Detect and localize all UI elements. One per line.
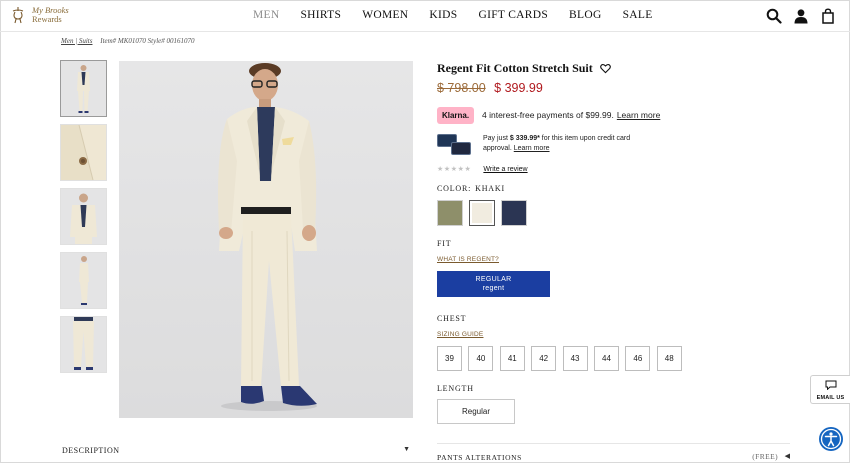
chest-sizes: 39 40 41 42 43 44 46 48	[437, 346, 793, 371]
title-row: Regent Fit Cotton Stretch Suit	[437, 60, 793, 76]
fit-option-regular-regent[interactable]: REGULAR regent	[437, 271, 550, 297]
thumbnail-side-view[interactable]	[60, 252, 107, 309]
swatch-olive[interactable]	[437, 200, 463, 226]
fit-option-line1: REGULAR	[475, 276, 512, 283]
credit-amount: $ 339.99*	[509, 135, 540, 142]
length-label: LENGTH	[437, 384, 474, 393]
original-price: $ 798.00	[437, 81, 486, 95]
credit-offer-text: Pay just $ 339.99* for this item upon cr…	[483, 134, 653, 156]
heart-icon[interactable]	[599, 63, 611, 74]
nav-women[interactable]: WOMEN	[362, 9, 408, 21]
rating-stars: ★★★★★	[437, 166, 472, 173]
main-product-image[interactable]	[119, 61, 413, 418]
credit-text-pre: Pay just	[483, 135, 510, 142]
description-label: DESCRIPTION	[62, 446, 120, 455]
length-selector: LENGTH Regular	[437, 384, 793, 424]
nav-gift-cards[interactable]: GIFT CARDS	[478, 9, 548, 21]
thumbnail-jacket-front[interactable]	[60, 188, 107, 245]
nav-kids[interactable]: KIDS	[429, 9, 457, 21]
chest-selector: CHEST SIZING GUIDE 39 40 41 42 43 44 46 …	[437, 314, 793, 371]
pants-alterations-accordion[interactable]: PANTS ALTERATIONS (FREE) ◀	[437, 443, 790, 463]
size-option[interactable]: 42	[531, 346, 557, 371]
credit-card-icon	[437, 134, 472, 156]
pants-thumbnail-image	[61, 317, 106, 372]
color-label: COLOR: KHAKI	[437, 184, 793, 193]
accessibility-button[interactable]	[819, 427, 843, 451]
nav-blog[interactable]: BLOG	[569, 9, 602, 21]
swatch-navy[interactable]	[501, 200, 527, 226]
size-option[interactable]: 43	[562, 346, 588, 371]
logo-line-2: Rewards	[32, 14, 62, 24]
sizing-guide-link[interactable]: SIZING GUIDE	[437, 331, 483, 338]
color-label-text: COLOR:	[437, 184, 472, 193]
breadcrumb-link[interactable]: Men | Suits	[61, 37, 92, 45]
nav-men[interactable]: MEN	[253, 9, 279, 21]
accessibility-icon	[820, 428, 842, 450]
product-details: Regent Fit Cotton Stretch Suit $ 798.00 …	[437, 60, 793, 424]
email-us-label: EMAIL US	[816, 395, 845, 401]
chest-label: CHEST	[437, 314, 467, 323]
size-option[interactable]: 44	[593, 346, 619, 371]
size-option[interactable]: 39	[437, 346, 462, 371]
write-review-link[interactable]: Write a review	[483, 166, 527, 173]
size-option[interactable]: 48	[656, 346, 682, 371]
swatch-navy-fill	[502, 201, 526, 225]
selected-color-value: KHAKI	[475, 184, 505, 193]
main-nav: MEN SHIRTS WOMEN KIDS GIFT CARDS BLOG SA…	[253, 9, 674, 21]
header-icons	[755, 8, 836, 24]
golden-fleece-icon	[12, 7, 24, 24]
swatch-olive-fill	[438, 201, 462, 225]
fit-label: FIT	[437, 239, 452, 248]
shopping-bag-icon[interactable]	[820, 8, 836, 24]
what-is-regent-link[interactable]: WHAT IS REGENT?	[437, 256, 499, 263]
thumbnail-strip	[60, 60, 107, 380]
review-row: ★★★★★ Write a review	[437, 163, 793, 175]
caret-down-icon: ▼	[403, 446, 410, 453]
length-option-regular[interactable]: Regular	[437, 399, 515, 424]
logo[interactable]: My Brooks Rewards	[10, 6, 69, 24]
swatch-khaki[interactable]	[469, 200, 495, 226]
fit-option-line2: regent	[482, 285, 505, 292]
button-detail-thumbnail-image	[61, 125, 106, 180]
price-row: $ 798.00 $ 399.99	[437, 81, 793, 95]
description-accordion[interactable]: DESCRIPTION ▼	[62, 443, 412, 459]
site-header: My Brooks Rewards MEN SHIRTS WOMEN KIDS …	[0, 0, 850, 32]
size-option[interactable]: 40	[468, 346, 494, 371]
sale-price: $ 399.99	[494, 81, 543, 95]
account-icon[interactable]	[793, 8, 809, 24]
swatch-khaki-fill	[472, 203, 492, 223]
color-selector: COLOR: KHAKI	[437, 184, 793, 226]
klarna-installments: 4 interest-free payments of $99.99.	[482, 110, 614, 120]
alterations-price: (FREE)	[752, 452, 778, 461]
thumbnail-full-front[interactable]	[60, 60, 107, 117]
product-title: Regent Fit Cotton Stretch Suit	[437, 60, 593, 75]
side-view-thumbnail-image	[61, 253, 106, 308]
breadcrumb: Men | Suits Item# MK01070 Style# 0016107…	[61, 37, 195, 45]
suit-thumbnail-image	[61, 61, 106, 116]
credit-card-offer: Pay just $ 339.99* for this item upon cr…	[437, 134, 793, 156]
pants-alterations-label: PANTS ALTERATIONS	[437, 453, 522, 462]
logo-text: My Brooks Rewards	[32, 6, 69, 24]
nav-sale[interactable]: SALE	[623, 9, 653, 21]
size-option[interactable]: 46	[625, 346, 651, 371]
klarna-financing: Klarna. 4 interest-free payments of $99.…	[437, 106, 793, 124]
search-icon[interactable]	[766, 8, 782, 24]
jacket-thumbnail-image	[61, 189, 106, 244]
chat-bubble-icon	[825, 380, 836, 391]
size-option[interactable]: 41	[499, 346, 525, 371]
item-style-number: Item# MK01070 Style# 00161070	[100, 37, 195, 45]
klarna-badge: Klarna.	[437, 106, 474, 124]
thumbnail-pants[interactable]	[60, 316, 107, 373]
nav-shirts[interactable]: SHIRTS	[300, 9, 341, 21]
caret-left-icon: ◀	[784, 453, 790, 460]
klarna-learn-more-link[interactable]: Learn more	[617, 110, 660, 120]
thumbnail-button-detail[interactable]	[60, 124, 107, 181]
fit-selector: FIT WHAT IS REGENT? REGULAR regent	[437, 239, 793, 297]
klarna-text: 4 interest-free payments of $99.99. Learn…	[482, 110, 660, 120]
email-us-button[interactable]: EMAIL US	[810, 375, 850, 404]
credit-learn-more-link[interactable]: Learn more	[514, 145, 550, 152]
model-in-suit-image	[218, 63, 317, 411]
color-swatches	[437, 200, 793, 226]
